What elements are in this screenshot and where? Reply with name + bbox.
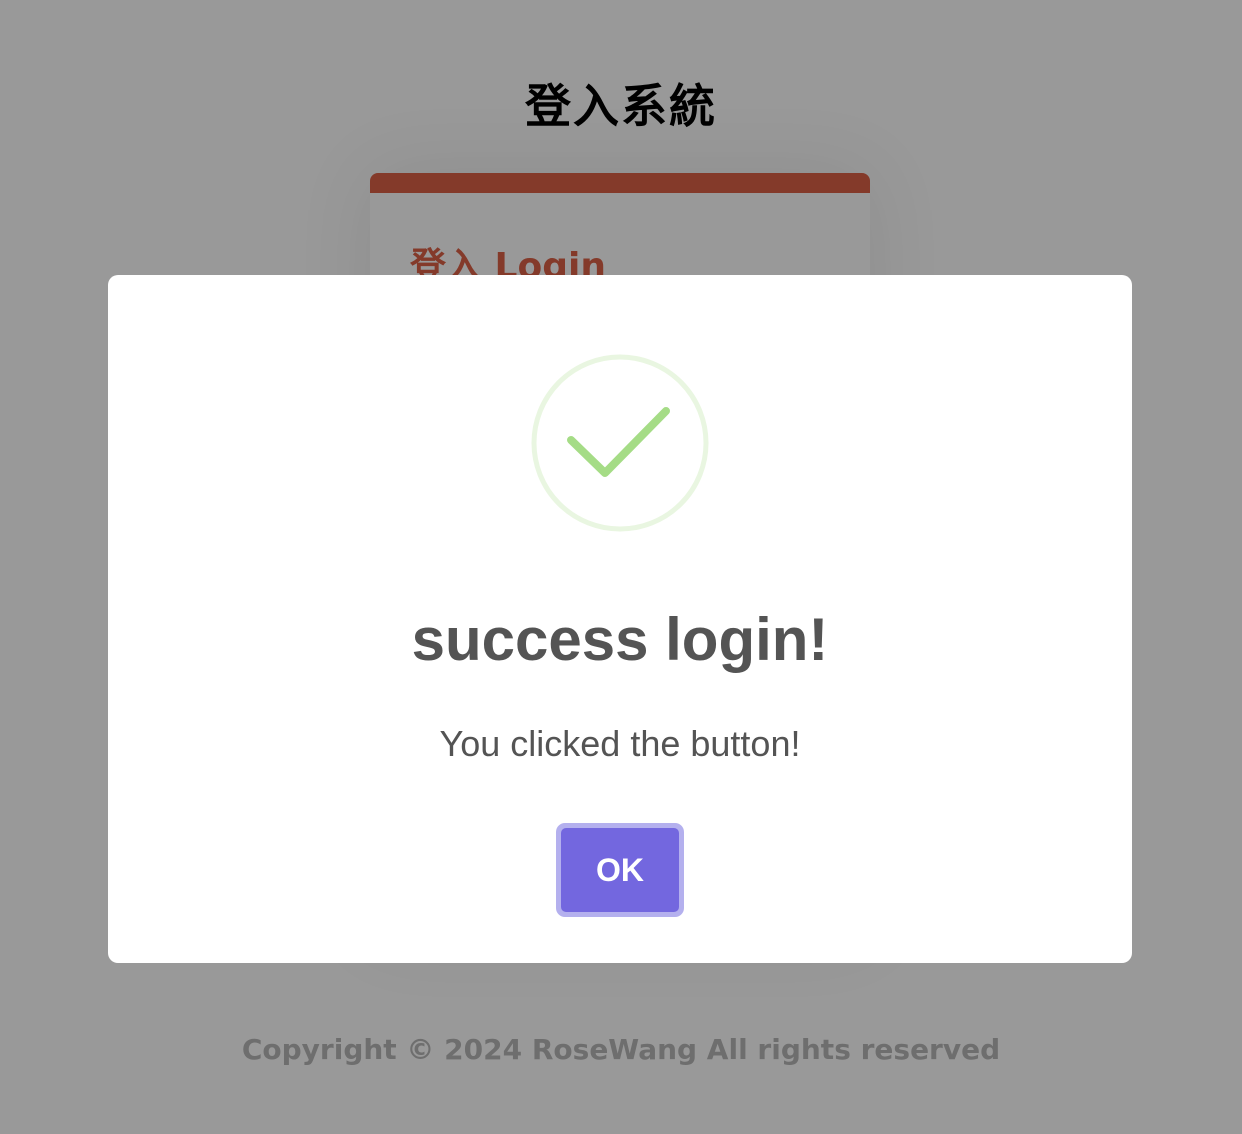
- ok-button-label: OK: [561, 828, 679, 912]
- ok-button[interactable]: OK: [556, 823, 684, 917]
- modal-text: You clicked the button!: [439, 723, 801, 764]
- page-title: 登入系統: [525, 79, 717, 133]
- modal-title: success login!: [411, 606, 829, 673]
- success-modal: success login! You clicked the button! O…: [108, 275, 1132, 963]
- login-card-accent-bar: [370, 173, 870, 193]
- success-check-icon: [531, 354, 709, 532]
- copyright: Copyright © 2024 RoseWang All rights res…: [241, 1033, 1001, 1066]
